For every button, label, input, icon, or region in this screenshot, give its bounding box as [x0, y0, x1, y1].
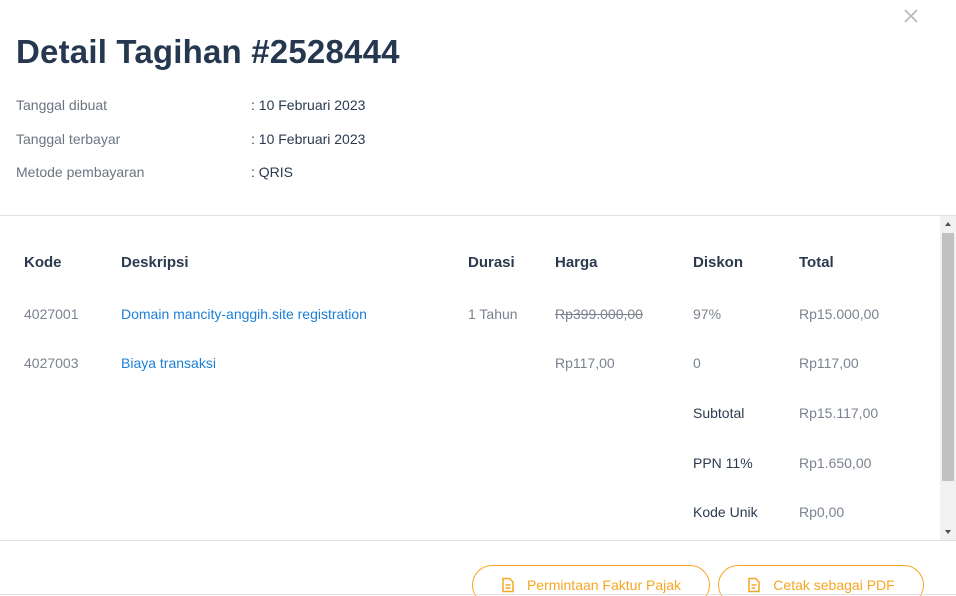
- cell-discount: 97%: [693, 306, 722, 322]
- col-header-code: Kode: [24, 254, 62, 271]
- summary-label: Kode Unik: [693, 504, 758, 520]
- summary-label: Subtotal: [693, 405, 745, 421]
- print-pdf-button[interactable]: Cetak sebagai PDF: [718, 565, 924, 596]
- col-header-description: Deskripsi: [121, 254, 189, 271]
- cell-description-link[interactable]: Domain mancity-anggih.site registration: [121, 306, 367, 322]
- cell-code: 4027001: [24, 306, 79, 322]
- tax-invoice-request-label: Permintaan Faktur Pajak: [526, 576, 682, 593]
- summary-label: PPN 11%: [693, 455, 753, 471]
- page-title: Detail Tagihan #2528444: [16, 33, 400, 70]
- scroll-down-arrow-icon[interactable]: [940, 524, 956, 540]
- col-header-discount: Diskon: [693, 254, 744, 271]
- cell-code: 4027003: [24, 355, 79, 371]
- cell-duration: 1 Tahun: [468, 306, 518, 322]
- cell-total: Rp15.000,00: [799, 306, 880, 322]
- meta-row-paid: Tanggal terbayar : 10 Februari 2023: [16, 131, 365, 147]
- vertical-scrollbar[interactable]: [940, 216, 956, 540]
- divider: [0, 540, 956, 541]
- divider: [0, 594, 956, 595]
- meta-label: Metode pembayaran: [16, 164, 145, 180]
- summary-value: Rp15.117,00: [799, 405, 879, 421]
- summary-value: Rp0,00: [799, 504, 845, 520]
- meta-row-method: Metode pembayaran : QRIS: [16, 164, 293, 180]
- meta-label: Tanggal dibuat: [16, 97, 108, 113]
- col-header-total: Total: [799, 254, 834, 271]
- document-icon: [502, 577, 514, 592]
- cell-total: Rp117,00: [799, 355, 859, 371]
- meta-value: : QRIS: [251, 164, 294, 180]
- print-pdf-label: Cetak sebagai PDF: [773, 576, 895, 593]
- col-header-price: Harga: [555, 254, 598, 271]
- meta-row-created: Tanggal dibuat : 10 Februari 2023: [16, 97, 365, 113]
- summary-value: Rp1.650,00: [799, 455, 872, 471]
- cell-description-link[interactable]: Biaya transaksi: [121, 355, 216, 371]
- close-button[interactable]: [900, 6, 922, 28]
- close-icon: [904, 9, 918, 23]
- tax-invoice-request-button[interactable]: Permintaan Faktur Pajak: [472, 565, 710, 596]
- meta-value: : 10 Februari 2023: [251, 97, 366, 113]
- cell-price: Rp117,00: [555, 355, 615, 371]
- col-header-duration: Durasi: [468, 254, 515, 271]
- meta-value: : 10 Februari 2023: [251, 131, 366, 147]
- scroll-up-arrow-icon[interactable]: [940, 216, 956, 232]
- meta-label: Tanggal terbayar: [16, 131, 121, 147]
- pdf-document-icon: [748, 577, 761, 592]
- invoice-table: Kode Deskripsi Durasi Harga Diskon Total…: [0, 216, 940, 540]
- cell-discount: 0: [693, 355, 701, 371]
- scrollbar-thumb[interactable]: [942, 233, 954, 481]
- cell-price: Rp399.000,00: [555, 306, 643, 322]
